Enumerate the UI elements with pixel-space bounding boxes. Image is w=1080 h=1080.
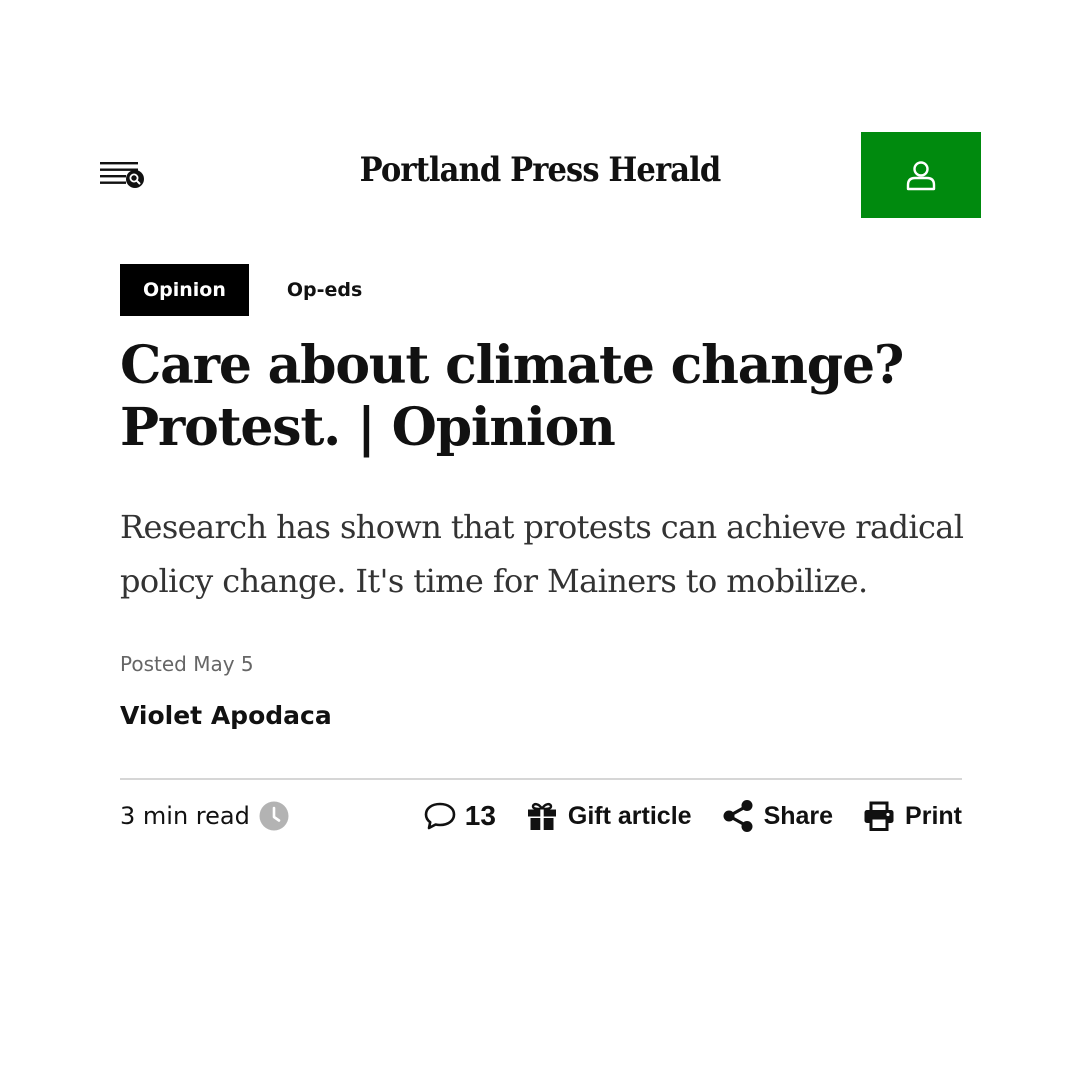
user-icon [906,161,936,191]
comments-button[interactable]: 13 [423,800,496,832]
read-time: 3 min read [120,801,289,831]
print-button[interactable]: Print [863,800,962,832]
article-actions: 13 Gift article Share Print [423,799,962,833]
author-name[interactable]: Violet Apodaca [120,701,332,730]
article-headline: Care about climate change? Protest. | Op… [120,335,970,459]
gift-article-button[interactable]: Gift article [526,800,692,832]
share-label: Share [763,801,834,830]
gift-icon [527,802,556,830]
site-header: Portland Press Herald [0,0,1080,230]
printer-icon [864,801,894,831]
headline-line-1: Care about climate change? [120,335,904,396]
share-button[interactable]: Share [722,799,833,833]
print-label: Print [905,801,962,830]
headline-line-2: Protest. | Opinion [120,397,616,458]
comment-icon [424,802,456,830]
posted-date: Posted May 5 [120,652,254,676]
read-time-label: 3 min read [120,802,250,830]
dek-line-1: Research has shown that protests can ach… [120,508,964,546]
article-toolbar: 3 min read 13 Gift article Share Print [120,796,962,840]
share-icon [723,800,753,832]
section-tags: Opinion Op-eds [120,264,362,316]
section-tag-op-eds[interactable]: Op-eds [287,279,362,301]
clock-icon [259,801,289,831]
divider [120,778,962,780]
dek-line-2: policy change. It's time for Mainers to … [120,562,868,600]
gift-article-label: Gift article [567,801,692,830]
section-tag-opinion[interactable]: Opinion [120,264,249,316]
article-dek: Research has shown that protests can ach… [120,500,980,608]
account-button[interactable] [861,132,981,218]
comment-count: 13 [464,800,496,831]
